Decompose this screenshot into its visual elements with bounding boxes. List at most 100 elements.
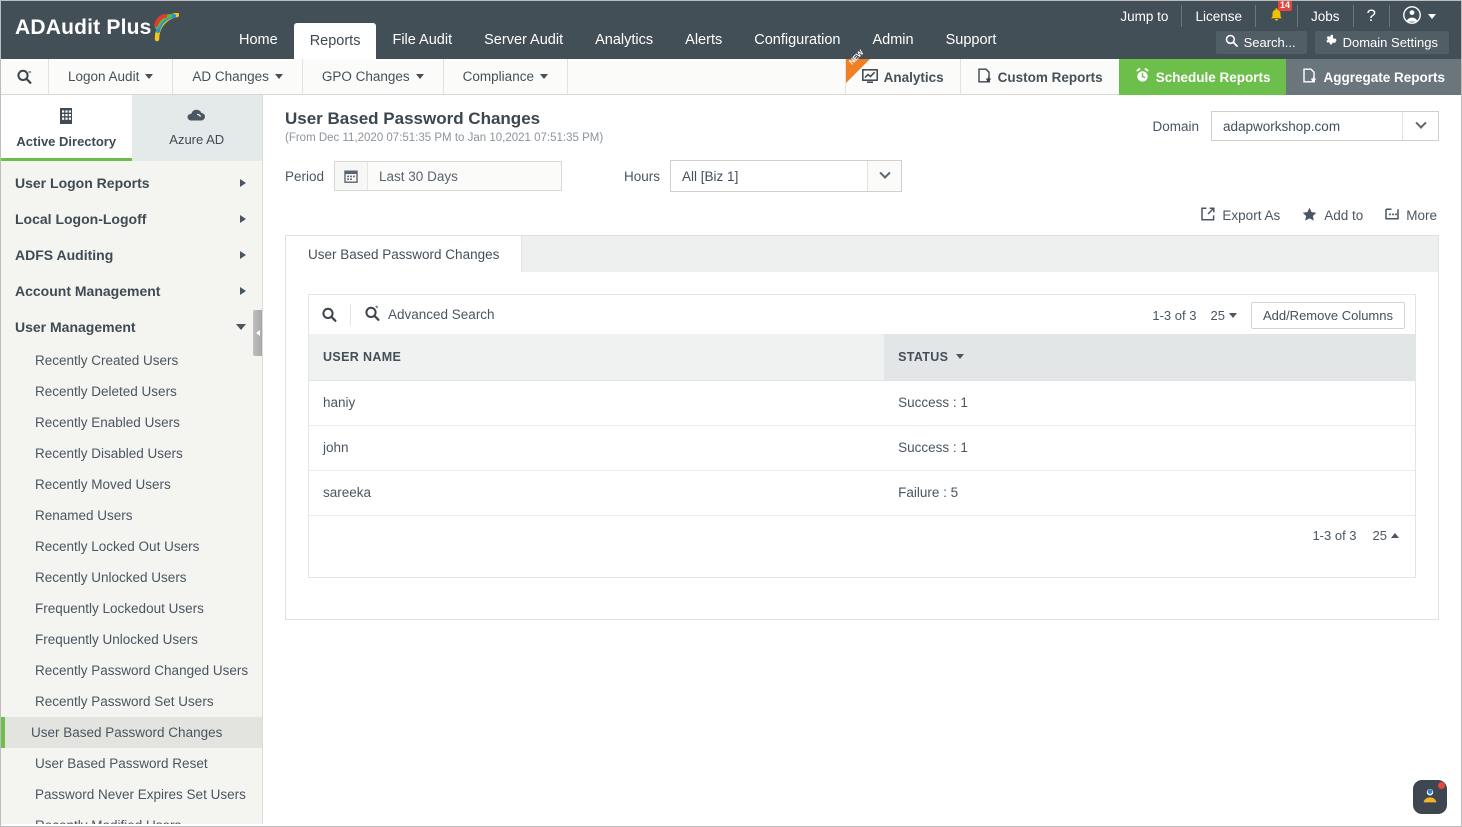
sidebar-group-local-logon-logoff[interactable]: Local Logon-Logoff <box>1 201 262 237</box>
add-remove-columns-button[interactable]: Add/Remove Columns <box>1250 302 1405 329</box>
sidebar-group-adfs-auditing[interactable]: ADFS Auditing <box>1 237 262 273</box>
sidebar-group-account-management-label: Account Management <box>15 283 161 299</box>
period-value: Last 30 Days <box>379 168 458 184</box>
sidebar-item-user-based-password-reset[interactable]: User Based Password Reset <box>1 748 262 779</box>
sidebar-item-recently-enabled-users[interactable]: Recently Enabled Users <box>1 407 262 438</box>
domain-select[interactable]: adapworkshop.com <box>1211 111 1439 141</box>
sidebar-item-recently-unlocked-users[interactable]: Recently Unlocked Users <box>1 562 262 593</box>
advanced-search-icon: * <box>364 304 381 325</box>
subnav-ad-changes-label: AD Changes <box>192 69 269 84</box>
nav-item-file-audit[interactable]: File Audit <box>376 23 468 59</box>
column-header-status[interactable]: STATUS <box>884 334 1415 381</box>
secondary-navigation: = Logon Audit AD Changes GPO Changes Com… <box>1 48 1461 95</box>
jobs-button[interactable]: Jobs <box>1298 5 1354 27</box>
star-icon <box>1302 207 1317 224</box>
nav-item-analytics[interactable]: Analytics <box>579 23 669 59</box>
table-row[interactable]: sareeka Failure : 5 <box>309 470 1415 516</box>
period-picker[interactable]: Last 30 Days <box>334 161 563 191</box>
sidebar-collapse-handle[interactable] <box>253 310 262 356</box>
more-button[interactable]: More <box>1385 207 1437 224</box>
subnav-aggregate-reports-button[interactable]: Aggregate Reports <box>1286 59 1461 95</box>
column-header-user-name[interactable]: USER NAME <box>309 334 885 381</box>
sidebar-group-user-management[interactable]: User Management <box>1 309 262 345</box>
report-search-icon[interactable]: = <box>1 59 49 94</box>
sidebar-item-renamed-users[interactable]: Renamed Users <box>1 500 262 531</box>
jump-to-button[interactable]: Jump to <box>1107 5 1183 27</box>
sidebar-item-recently-created-users[interactable]: Recently Created Users <box>1 345 262 376</box>
subnav-schedule-reports-button[interactable]: Schedule Reports <box>1118 59 1287 95</box>
report-table-body: haniy Success : 1 john Success : 1 saree… <box>309 380 1415 516</box>
search-button[interactable]: Search... <box>1215 31 1307 54</box>
nav-item-reports[interactable]: Reports <box>293 23 377 59</box>
svg-text:*: * <box>375 305 378 313</box>
hours-select[interactable]: All [Biz 1] <box>670 160 903 192</box>
subnav-analytics-button[interactable]: NEW Analytics <box>844 48 960 95</box>
domain-label: Domain <box>1152 118 1199 134</box>
user-account-menu[interactable] <box>1390 5 1449 27</box>
nav-item-home[interactable]: Home <box>223 23 294 59</box>
subnav-gpo-changes[interactable]: GPO Changes <box>303 59 444 94</box>
app-logo-text: ADAudit Plus <box>15 16 152 39</box>
main-navigation: Home Reports File Audit Server Audit Ana… <box>223 23 1012 59</box>
cell-user-name: john <box>309 425 885 471</box>
cell-status: Failure : 5 <box>884 470 1415 516</box>
alarm-clock-icon <box>1135 68 1150 86</box>
report-table: USER NAME STATUS haniy Success: 1 john … <box>309 334 1415 516</box>
help-button[interactable]: ? <box>1354 5 1390 27</box>
svg-text:=: = <box>28 70 32 76</box>
export-as-button[interactable]: Export As <box>1201 207 1280 224</box>
subnav-logon-audit[interactable]: Logon Audit <box>49 59 174 94</box>
table-row[interactable]: john Success : 1 <box>309 425 1415 471</box>
chevron-left-icon <box>255 330 260 336</box>
cell-user-name: sareeka <box>309 470 885 516</box>
sidebar-item-recently-disabled-users[interactable]: Recently Disabled Users <box>1 438 262 469</box>
domain-select-value: adapworkshop.com <box>1223 118 1341 134</box>
support-agent-icon <box>1420 785 1440 810</box>
page-size-value-bottom: 25 <box>1372 527 1387 543</box>
sidebar-item-recently-moved-users[interactable]: Recently Moved Users <box>1 469 262 500</box>
chevron-down-icon <box>539 74 548 79</box>
sidebar-tab-active-directory[interactable]: Active Directory <box>1 95 132 161</box>
sidebar-navigation-list: User Logon Reports Local Logon-Logoff AD… <box>1 161 262 824</box>
table-row[interactable]: haniy Success : 1 <box>309 380 1415 426</box>
subnav-ad-changes[interactable]: AD Changes <box>173 59 303 94</box>
report-tools-row: Export As Add to More <box>285 207 1439 224</box>
sidebar-item-password-never-expires-set-users[interactable]: Password Never Expires Set Users <box>1 779 262 810</box>
sidebar-tab-azure-ad[interactable]: Azure AD <box>131 95 262 161</box>
sidebar-item-recently-modified-users[interactable]: Recently Modified Users <box>1 810 262 824</box>
page-size-value-top: 25 <box>1210 308 1225 323</box>
sidebar-group-user-logon-reports[interactable]: User Logon Reports <box>1 165 262 201</box>
license-button[interactable]: License <box>1182 5 1256 27</box>
sidebar-item-recently-password-changed-users[interactable]: Recently Password Changed Users <box>1 655 262 686</box>
sidebar-item-frequently-lockedout-users[interactable]: Frequently Lockedout Users <box>1 593 262 624</box>
sidebar-item-recently-deleted-users[interactable]: Recently Deleted Users <box>1 376 262 407</box>
app-logo[interactable]: ADAudit Plus <box>15 12 179 43</box>
sidebar-item-user-based-password-changes[interactable]: User Based Password Changes <box>1 717 262 748</box>
notifications-button[interactable]: 14 <box>1256 1 1298 27</box>
add-to-label: Add to <box>1324 208 1364 223</box>
page-size-selector-top[interactable]: 25 <box>1210 308 1237 323</box>
subnav-custom-reports-button[interactable]: Custom Reports <box>959 59 1119 95</box>
sidebar: Active Directory Azure AD User Logon Rep… <box>1 95 263 824</box>
nav-item-admin[interactable]: Admin <box>856 23 929 59</box>
subnav-logon-audit-label: Logon Audit <box>68 69 140 84</box>
report-tab-user-based-password-changes[interactable]: User Based Password Changes <box>286 236 523 272</box>
chevron-down-icon <box>1402 112 1438 140</box>
nav-item-support[interactable]: Support <box>930 23 1013 59</box>
column-search-icon[interactable] <box>321 303 351 326</box>
sidebar-item-recently-locked-out-users[interactable]: Recently Locked Out Users <box>1 531 262 562</box>
support-chat-widget[interactable] <box>1413 780 1447 814</box>
advanced-search-button[interactable]: * Advanced Search <box>351 304 495 325</box>
add-to-button[interactable]: Add to <box>1302 207 1363 224</box>
subnav-compliance[interactable]: Compliance <box>444 59 568 94</box>
new-ribbon: NEW <box>845 48 870 83</box>
sidebar-item-recently-password-set-users[interactable]: Recently Password Set Users <box>1 686 262 717</box>
nav-item-configuration[interactable]: Configuration <box>738 23 856 59</box>
page-size-selector-bottom[interactable]: 25 <box>1373 528 1399 543</box>
sidebar-group-account-management[interactable]: Account Management <box>1 273 262 309</box>
chevron-up-icon <box>1391 532 1399 538</box>
nav-item-alerts[interactable]: Alerts <box>669 23 738 59</box>
sidebar-item-frequently-unlocked-users[interactable]: Frequently Unlocked Users <box>1 624 262 655</box>
domain-settings-button[interactable]: Domain Settings <box>1314 31 1449 54</box>
nav-item-server-audit[interactable]: Server Audit <box>468 23 579 59</box>
